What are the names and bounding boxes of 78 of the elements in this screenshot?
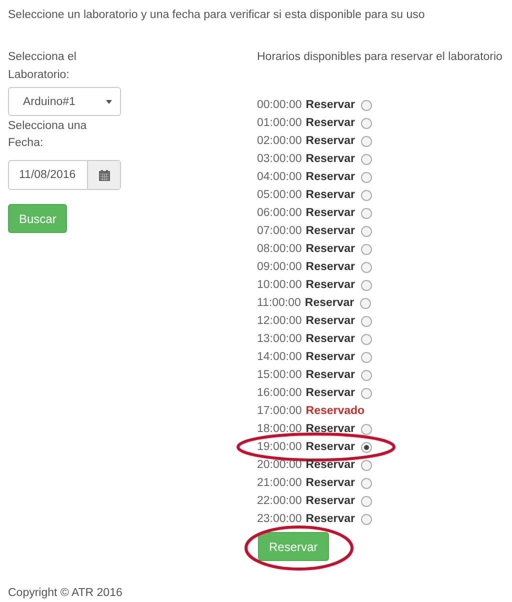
radio-button[interactable] xyxy=(361,118,372,128)
radio-button[interactable] xyxy=(361,172,372,182)
radio-button[interactable] xyxy=(361,154,372,164)
slot-status: Reservado xyxy=(306,405,365,417)
radio-button[interactable] xyxy=(361,280,372,290)
radio-button[interactable] xyxy=(361,370,372,380)
slot-time: 15:00:00 xyxy=(257,369,302,381)
slot-status: Reservar xyxy=(306,261,355,273)
slot-status: Reservar xyxy=(304,297,354,309)
slot-time: 09:00:00 xyxy=(257,261,302,273)
radio-button[interactable] xyxy=(361,100,372,110)
slot-status: Reservar xyxy=(306,351,355,363)
slot-time: 06:00:00 xyxy=(257,207,302,219)
radio-button[interactable] xyxy=(361,442,372,452)
slot-status: Reservar xyxy=(306,171,355,183)
instruction-text: Seleccione un laboratorio y una fecha para verificar si esta disponible para su uso xyxy=(8,8,426,23)
date-label: Selecciona una Fecha: xyxy=(8,119,88,151)
slot-time: 11:00:00 xyxy=(257,297,301,309)
slot-time: 13:00:00 xyxy=(257,333,302,345)
radio-button[interactable] xyxy=(361,244,372,254)
slot-status: Reservar xyxy=(306,459,355,471)
slot-time: 12:00:00 xyxy=(257,315,302,327)
radio-button[interactable] xyxy=(361,262,372,272)
lab-select[interactable]: Arduino#1 xyxy=(8,87,121,116)
slot-status: Reservar xyxy=(306,369,355,381)
slot-time: 16:00:00 xyxy=(257,387,302,399)
radio-button[interactable] xyxy=(361,334,372,344)
radio-button[interactable] xyxy=(361,190,372,200)
slot-status: Reservar xyxy=(306,153,355,165)
slot-status: Reservar xyxy=(306,387,355,399)
slot-status: Reservar xyxy=(306,477,355,489)
radio-button[interactable] xyxy=(361,316,372,326)
slot-time: 21:00:00 xyxy=(257,477,302,489)
schedule-heading: Horarios disponibles para reservar el laboratorio xyxy=(257,50,502,65)
slot-time: 22:00:00 xyxy=(257,495,302,507)
slot-time: 01:00:00 xyxy=(257,117,302,129)
slot-status: Reservar xyxy=(306,189,355,201)
slot-status: Reservar xyxy=(306,279,355,291)
slot-time: 17:00:00 xyxy=(257,405,302,417)
radio-button[interactable] xyxy=(361,208,372,218)
slot-time: 07:00:00 xyxy=(257,225,302,237)
slot-status: Reservar xyxy=(306,207,355,219)
slot-time: 18:00:00 xyxy=(257,423,302,435)
slot-time: 08:00:00 xyxy=(257,243,302,255)
radio-button[interactable] xyxy=(361,514,372,524)
radio-button[interactable] xyxy=(361,136,372,146)
slot-time: 03:00:00 xyxy=(257,153,302,165)
slot-time: 04:00:00 xyxy=(257,171,302,183)
slot-time: 20:00:00 xyxy=(257,459,302,471)
slot-time: 05:00:00 xyxy=(257,189,302,201)
slot-status: Reservar xyxy=(306,225,355,237)
slot-time: 10:00:00 xyxy=(257,279,302,291)
slot-time: 00:00:00 xyxy=(257,99,302,111)
slot-status: Reservar xyxy=(306,315,355,327)
slot-status: Reservar xyxy=(306,333,355,345)
slot-status: Reservar xyxy=(306,495,355,507)
slot-time: 19:00:00 xyxy=(257,441,302,453)
slot-status: Reservar xyxy=(306,423,355,435)
slot-time: 23:00:00 xyxy=(257,513,302,525)
radio-button[interactable] xyxy=(361,352,372,362)
slot-time: 02:00:00 xyxy=(257,135,302,147)
slot-status: Reservar xyxy=(306,243,355,255)
radio-button[interactable] xyxy=(361,496,372,506)
radio-button[interactable] xyxy=(360,298,372,308)
radio-button[interactable] xyxy=(361,478,372,488)
radio-button[interactable] xyxy=(361,388,372,398)
slot-status: Reservar xyxy=(306,99,355,111)
slot-status: Reservar xyxy=(306,513,355,525)
copyright-text: Copyright © ATR 2016 xyxy=(8,587,122,599)
caret-icon xyxy=(106,100,112,104)
slot-status: Reservar xyxy=(306,117,355,129)
slot-status: Reservar xyxy=(306,135,355,147)
radio-button[interactable] xyxy=(361,424,372,434)
radio-button[interactable] xyxy=(361,460,372,470)
radio-button[interactable] xyxy=(361,226,372,236)
slot-time: 14:00:00 xyxy=(257,351,302,363)
slot-status: Reservar xyxy=(306,441,355,453)
lab-label: Selecciona el Laboratorio: xyxy=(8,50,78,83)
